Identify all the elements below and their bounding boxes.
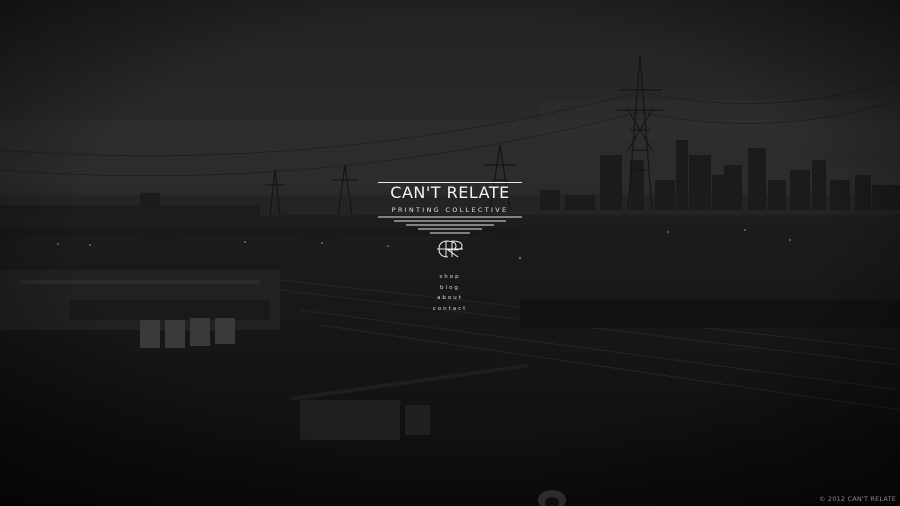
nav-item-contact: contact: [372, 300, 528, 312]
nav-link-contact[interactable]: contact: [433, 306, 468, 312]
cr-monogram-icon: [437, 240, 463, 258]
nav-item-about: about: [372, 289, 528, 301]
main-nav: shop blog about contact: [372, 268, 528, 312]
brand-subtitle: PRINTING COLLECTIVE: [391, 206, 509, 214]
copyright-text: © 2012 CAN'T RELATE: [818, 495, 896, 503]
brand-title: CAN'T RELATE: [390, 183, 510, 202]
nav-item-shop: shop: [372, 268, 528, 280]
nav-item-blog: blog: [372, 279, 528, 291]
landing-page: CAN'T RELATE PRINTING COLLECTIVE shop bl…: [0, 0, 900, 506]
logo-stripes-icon: [378, 216, 522, 234]
